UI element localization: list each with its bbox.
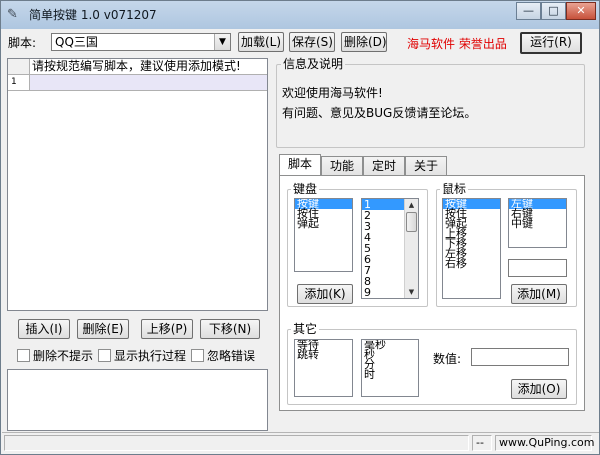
insert-button[interactable]: 插入(I) [18,319,70,339]
script-table-header: 请按规范编写脚本，建议使用添加模式! [30,59,267,75]
show-process-label: 显示执行过程 [114,349,187,363]
scroll-down-icon[interactable]: ▼ [405,286,418,298]
row-header-corner [8,59,30,75]
scroll-up-icon[interactable]: ▲ [405,199,418,211]
chevron-down-icon[interactable]: ▼ [214,34,230,50]
no-delete-prompt-checkbox[interactable] [17,349,30,362]
tab-timer[interactable]: 定时 [363,156,405,175]
info-title: 信息及说明 [281,57,346,71]
brand-text: 海马软件 荣誉出品 [407,37,507,51]
list-item[interactable]: 右移 [443,258,500,269]
keyboard-key-list[interactable]: 1 2 3 4 5 6 7 8 9 ▲ ▼ [361,198,419,299]
other-unit-list[interactable]: 毫秒 秒 分 时 [361,339,419,397]
value-input[interactable] [471,348,569,366]
tab-script[interactable]: 脚本 [279,154,321,175]
row-number: 1 [8,75,30,91]
mouse-action-list[interactable]: 按键 按住 弹起 上移 下移 左移 右移 [442,198,501,299]
key-list-scrollbar[interactable]: ▲ ▼ [404,199,418,298]
close-button[interactable]: ✕ [566,2,596,20]
status-main [4,435,469,451]
list-item[interactable]: 跳转 [295,349,352,360]
keyboard-title: 键盘 [291,182,320,196]
delete-script-button[interactable]: 删除(D) [341,32,387,52]
info-line-2: 有问题、意见及BUG反馈请至论坛。 [282,106,477,120]
maximize-button[interactable]: □ [541,2,566,20]
add-other-button[interactable]: 添加(O) [511,379,567,399]
value-label: 数值: [433,352,462,366]
run-button[interactable]: 运行(R) [520,32,582,54]
save-button[interactable]: 保存(S) [289,32,335,52]
title-bar[interactable]: ✎ 简单按键 1.0 v071207 — □ ✕ [1,1,599,29]
mouse-coordinate-input[interactable] [508,259,567,277]
no-delete-prompt-label: 删除不提示 [33,349,94,363]
ignore-errors-label: 忽略错误 [207,349,256,363]
window-title: 简单按键 1.0 v071207 [29,8,157,22]
status-website[interactable]: www.QuPing.com [495,435,595,451]
tab-features[interactable]: 功能 [321,156,363,175]
add-keyboard-button[interactable]: 添加(K) [297,284,353,304]
other-action-list[interactable]: 等待 跳转 [294,339,353,397]
list-item[interactable]: 时 [362,369,418,380]
list-item[interactable]: 弹起 [295,218,352,229]
load-button[interactable]: 加载(L) [238,32,284,52]
scroll-thumb[interactable] [406,212,417,232]
script-select-value: QQ三国 [55,35,98,49]
move-down-button[interactable]: 下移(N) [200,319,260,339]
script-label: 脚本: [8,36,37,50]
status-dash: -- [472,435,492,451]
tab-strip: 脚本 功能 定时 关于 [279,154,585,176]
keyboard-action-list[interactable]: 按键 按住 弹起 [294,198,353,272]
app-window: ✎ 简单按键 1.0 v071207 — □ ✕ 脚本: QQ三国 ▼ 加载(L… [0,0,600,455]
minimize-button[interactable]: — [516,2,541,20]
show-process-checkbox[interactable] [98,349,111,362]
add-mouse-button[interactable]: 添加(M) [511,284,567,304]
script-editor[interactable]: 请按规范编写脚本，建议使用添加模式! 1 [7,58,268,311]
other-title: 其它 [291,322,320,336]
log-area[interactable] [7,369,268,431]
mouse-button-list[interactable]: 左键 右键 中键 [508,198,567,248]
mouse-title: 鼠标 [440,182,469,196]
status-bar: -- www.QuPing.com [2,432,599,453]
table-row[interactable] [30,75,267,91]
list-item[interactable]: 中键 [509,218,566,229]
tab-about[interactable]: 关于 [405,156,447,175]
info-line-1: 欢迎使用海马软件! [282,86,383,100]
ignore-errors-checkbox[interactable] [191,349,204,362]
pen-icon: ✎ [7,7,18,22]
delete-line-button[interactable]: 删除(E) [77,319,129,339]
script-select[interactable]: QQ三国 ▼ [51,33,231,51]
move-up-button[interactable]: 上移(P) [141,319,193,339]
